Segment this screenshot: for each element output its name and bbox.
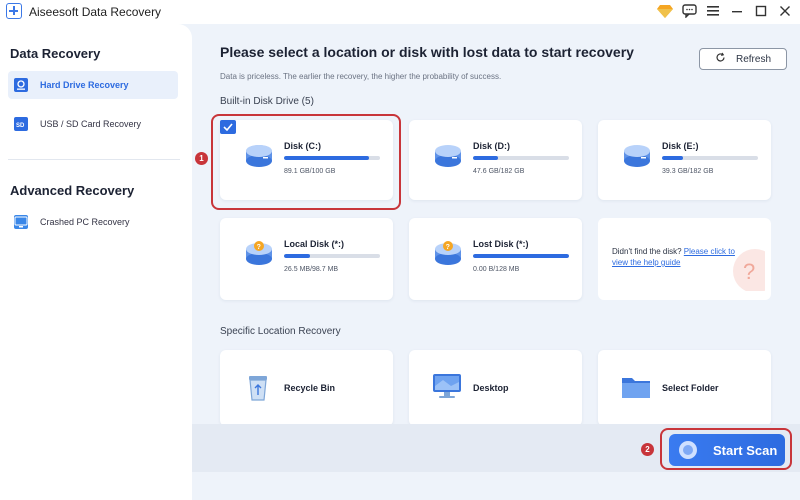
step2-badge: 2 bbox=[641, 443, 654, 456]
disk-size: 39.3 GB/182 GB bbox=[662, 168, 714, 175]
recycle-bin-icon bbox=[240, 368, 276, 404]
disk-usage-bar bbox=[473, 254, 569, 258]
specific-location-label: Specific Location Recovery bbox=[220, 326, 341, 337]
question-decoration-icon: ? bbox=[725, 241, 771, 296]
location-name: Recycle Bin bbox=[284, 383, 336, 393]
disk-card-d[interactable]: Disk (D:) 47.6 GB/182 GB bbox=[409, 120, 582, 200]
sidebar-item-usb-sd-card-recovery[interactable]: SD USB / SD Card Recovery bbox=[8, 110, 178, 138]
disk-usage-fill bbox=[473, 156, 498, 160]
disk-name: Disk (D:) bbox=[473, 141, 511, 151]
sidebar-item-crashed-pc-recovery[interactable]: Crashed PC Recovery bbox=[8, 208, 178, 236]
unknown-disk-icon: ? bbox=[244, 240, 274, 268]
sidebar-heading-advanced-recovery: Advanced Recovery bbox=[10, 183, 135, 198]
disk-usage-fill bbox=[662, 156, 684, 160]
feedback-icon[interactable] bbox=[680, 2, 698, 20]
disk-size: 26.5 MB/98.7 MB bbox=[284, 266, 339, 273]
minimize-icon[interactable] bbox=[728, 2, 746, 20]
folder-icon bbox=[618, 368, 654, 404]
disk-usage-bar bbox=[473, 156, 569, 160]
disk-drive-icon bbox=[433, 142, 463, 170]
page-title: Please select a location or disk with lo… bbox=[220, 44, 634, 60]
svg-text:?: ? bbox=[257, 244, 261, 251]
refresh-label: Refresh bbox=[735, 53, 771, 65]
sidebar: Data Recovery Hard Drive Recovery SD USB… bbox=[0, 24, 192, 500]
disk-name: Lost Disk (*:) bbox=[473, 239, 529, 249]
disk-usage-bar bbox=[284, 254, 380, 258]
svg-text:?: ? bbox=[743, 259, 755, 284]
sidebar-item-label: Hard Drive Recovery bbox=[40, 80, 129, 90]
location-card-recycle-bin[interactable]: Recycle Bin bbox=[220, 350, 393, 426]
disk-usage-fill bbox=[284, 254, 310, 258]
location-card-desktop[interactable]: Desktop bbox=[409, 350, 582, 426]
help-prefix: Didn't find the disk? bbox=[612, 247, 684, 256]
step2-highlight bbox=[660, 428, 792, 470]
window-controls bbox=[656, 2, 794, 20]
premium-diamond-icon[interactable] bbox=[656, 2, 674, 20]
disk-card-lost[interactable]: ? Lost Disk (*:) 0.00 B/128 MB bbox=[409, 218, 582, 300]
sidebar-divider bbox=[8, 159, 180, 160]
location-name: Desktop bbox=[473, 383, 509, 393]
sd-card-icon: SD bbox=[14, 117, 28, 131]
hard-drive-icon bbox=[14, 78, 28, 92]
title-bar: Aiseesoft Data Recovery bbox=[0, 0, 800, 24]
help-card: Didn't find the disk? Please click to vi… bbox=[598, 218, 771, 300]
svg-text:SD: SD bbox=[16, 123, 25, 129]
refresh-button[interactable]: Refresh bbox=[699, 48, 787, 70]
disk-usage-bar bbox=[662, 156, 758, 160]
app-logo-icon bbox=[6, 3, 22, 19]
disk-size: 47.6 GB/182 GB bbox=[473, 168, 525, 175]
builtin-disk-label: Built-in Disk Drive (5) bbox=[220, 96, 314, 107]
desktop-icon bbox=[429, 368, 465, 404]
disk-name: Local Disk (*:) bbox=[284, 239, 345, 249]
sidebar-item-hard-drive-recovery[interactable]: Hard Drive Recovery bbox=[8, 71, 178, 99]
unknown-disk-icon: ? bbox=[433, 240, 463, 268]
sidebar-item-label: Crashed PC Recovery bbox=[40, 217, 130, 227]
step1-highlight bbox=[211, 114, 401, 210]
disk-drive-icon bbox=[622, 142, 652, 170]
crashed-pc-icon bbox=[14, 215, 28, 229]
refresh-icon bbox=[715, 52, 726, 66]
close-icon[interactable] bbox=[776, 2, 794, 20]
maximize-icon[interactable] bbox=[752, 2, 770, 20]
location-name: Select Folder bbox=[662, 383, 719, 393]
app-title: Aiseesoft Data Recovery bbox=[29, 5, 162, 19]
sidebar-heading-data-recovery: Data Recovery bbox=[10, 46, 101, 61]
disk-size: 0.00 B/128 MB bbox=[473, 266, 520, 273]
menu-icon[interactable] bbox=[704, 2, 722, 20]
disk-name: Disk (E:) bbox=[662, 141, 699, 151]
page-subtitle: Data is priceless. The earlier the recov… bbox=[220, 72, 502, 81]
svg-text:?: ? bbox=[446, 244, 450, 251]
disk-card-local[interactable]: ? Local Disk (*:) 26.5 MB/98.7 MB bbox=[220, 218, 393, 300]
disk-usage-fill bbox=[473, 254, 569, 258]
sidebar-item-label: USB / SD Card Recovery bbox=[40, 119, 142, 129]
step1-badge: 1 bbox=[195, 152, 208, 165]
disk-card-e[interactable]: Disk (E:) 39.3 GB/182 GB bbox=[598, 120, 771, 200]
location-card-select-folder[interactable]: Select Folder bbox=[598, 350, 771, 426]
